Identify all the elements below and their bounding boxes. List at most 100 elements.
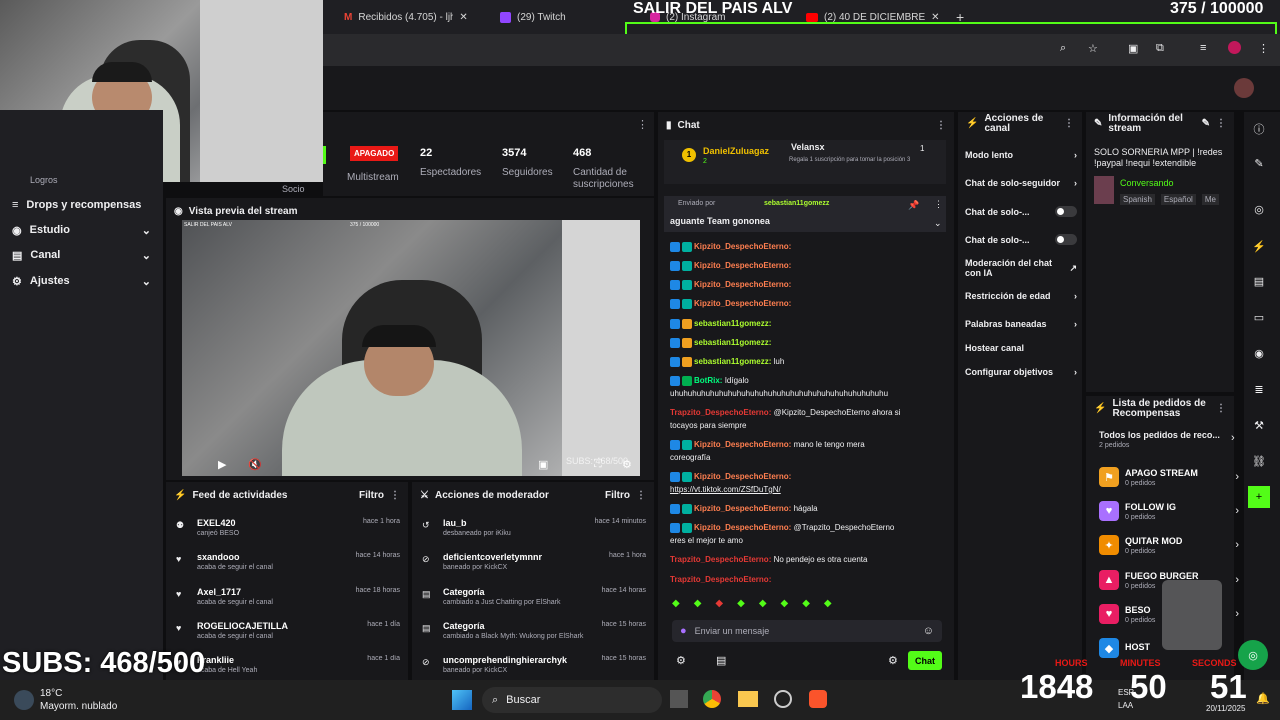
mod-item[interactable]: ↺ lau_b desbaneado por iKiku hace 14 minuto… [422,518,646,537]
bolt-icon[interactable]: ⚡ [1248,235,1270,257]
taskbar-search[interactable]: ⌕ Buscar [482,687,662,713]
menu-icon[interactable]: ≡ [1200,42,1206,54]
category-link[interactable]: Conversando [1120,178,1174,188]
nav-drops[interactable]: ≡ Drops y recompensas [0,193,163,217]
more-icon[interactable]: ⋮ [1064,119,1074,129]
nav-estudio[interactable]: ◉ Estudio ⌄ [0,218,163,242]
mod-item[interactable]: ⊘ uncomprehendinghierarchyk baneado por Ki… [422,655,646,675]
chat-message[interactable]: sebastian11gomezz: [670,318,771,329]
tab-twitch[interactable]: (29) Twitch [500,6,620,28]
feed-filter-button[interactable]: Filtro [359,490,384,501]
chat-message[interactable]: Trapzito_DespechoEterno: @Kipzito_Despec… [670,407,900,418]
obs-icon[interactable] [774,690,792,708]
emote-icon[interactable]: ◆ [802,598,810,614]
more-icon[interactable]: ⋮ [1216,404,1226,414]
chat-message[interactable]: sebastian11gomezz: [670,337,771,348]
language-indicator[interactable]: ESP [1118,688,1134,697]
feed-item[interactable]: ♥ Frankliie acaba de Hell Yeah hace 1 día [176,655,400,675]
chat-message[interactable]: Trapzito_DespechoEterno: No pendejo es o… [670,554,867,565]
mod-filter-button[interactable]: Filtro [605,490,630,501]
chat-message[interactable]: Kipzito_DespechoEterno: [670,298,791,309]
request-item[interactable]: ⚑ APAGO STREAM 0 pedidos › [1099,462,1239,492]
fullscreen-icon[interactable]: ⛶ [594,458,602,471]
toggle-switch[interactable] [1055,206,1077,217]
action-host-channel[interactable]: Hostear canal [965,343,1077,353]
gear-icon[interactable]: ⚙ [888,654,898,667]
feed-item[interactable]: ⚉ EXEL420 canjeó BESO hace 1 hora [176,518,400,537]
play-icon[interactable]: ▶ [218,458,226,471]
more-icon[interactable]: ⋮ [1216,119,1226,129]
chat-input[interactable]: ● Enviar un mensaje ☺ [672,620,942,642]
user-avatar[interactable] [1234,78,1254,98]
clipboard-icon[interactable]: ▤ [1248,270,1270,292]
emote-icon[interactable]: ◆ [737,598,745,614]
leaderboard-user2[interactable]: Velansx [791,142,825,152]
edit-icon[interactable]: ✎ [1248,152,1270,174]
mod-item[interactable]: ⊘ deficientcoverletymnnr baneado por KickC… [422,552,646,571]
chat-message[interactable]: sebastian11gomezz: luh [670,356,784,367]
tag[interactable]: Spanish [1120,194,1155,205]
chat-message[interactable]: Kipzito_DespechoEterno: hágala [670,503,818,514]
edit-icon[interactable]: ✎ [1202,119,1210,129]
broadcast-icon[interactable]: ◉ [1248,342,1270,364]
close-icon[interactable]: ✕ [931,12,939,23]
chat-message[interactable]: Kipzito_DespechoEterno: [670,241,791,252]
emote-icon[interactable]: ◆ [694,598,702,614]
leaderboard-user[interactable]: DanielZuluagaz [703,146,769,156]
tag[interactable]: Español [1160,194,1196,205]
emoji-icon[interactable]: ☺ [923,625,934,637]
task-view-icon[interactable] [670,690,688,708]
action-solo-chat-1[interactable]: Chat de solo-... [965,206,1077,217]
add-widget-icon[interactable]: + [1248,486,1270,508]
server-icon[interactable]: ≣ [1248,378,1270,400]
info-icon[interactable]: ⓘ [1248,118,1270,140]
emote-icon[interactable]: ◆ [715,598,723,614]
feed-item[interactable]: ♥ Axel_1717 acaba de seguir el canal hace 1… [176,587,400,606]
request-item[interactable]: ✦ QUITAR MOD 0 pedidos › [1099,530,1239,560]
chat-message[interactable]: Kipzito_DespechoEterno: @Trapzito_Despec… [670,522,894,533]
pinned-message[interactable]: Enviado por sebastian11gomezz aguante Te… [664,196,946,232]
pip-icon[interactable]: ▣ [538,458,548,471]
chat-message[interactable]: BotRix: Idígalo [670,375,749,386]
wrench-icon[interactable]: ⚒ [1248,414,1270,436]
action-goals[interactable]: Configurar objetivos › [965,367,1077,377]
mod-item[interactable]: ▤ Categoría cambiado a Black Myth: Wukong … [422,621,646,640]
windows-start-icon[interactable] [452,690,472,710]
stream-video[interactable]: SALIR DEL PAIS ALV 375 / 100000 SUBS: 46… [182,220,640,476]
more-icon[interactable]: ⋮ [637,118,648,131]
chat-bubble-icon[interactable]: ▭ [1248,306,1270,328]
chat-message[interactable]: Kipzito_DespechoEterno: [670,260,791,271]
chat-message[interactable]: Trapzito_DespechoEterno: [670,574,771,585]
chat-link[interactable]: https://vt.tiktok.com/ZSfDuTgN/ [670,484,781,495]
more-icon[interactable]: ⋮ [636,490,646,501]
action-banned-words[interactable]: Palabras baneadas › [965,319,1077,329]
chat-message[interactable]: Kipzito_DespechoEterno: [670,471,791,482]
link-icon[interactable]: ⛓ [1248,450,1270,472]
emote-icon[interactable]: ◆ [824,598,832,614]
profile-avatar[interactable] [1228,41,1241,54]
chat-message[interactable]: Kipzito_DespechoEterno: mano le tengo me… [670,439,865,450]
settings-icon[interactable]: ⚙ [676,654,686,667]
more-icon[interactable]: ⋮ [390,490,400,501]
brave-icon[interactable] [809,690,827,708]
action-age-restriction[interactable]: Restricción de edad › [965,291,1077,301]
puzzle-icon[interactable]: ⧉ [1156,42,1164,55]
send-chat-button[interactable]: Chat [908,651,942,670]
emote-icon[interactable]: ◆ [781,598,789,614]
tab-gmail[interactable]: M Recibidos (4.705) - ljhe ✕ [344,6,484,28]
list-icon[interactable]: ▤ [716,654,726,667]
chrome-icon[interactable] [703,690,721,708]
notification-icon[interactable]: 🔔 [1256,692,1270,705]
file-explorer-icon[interactable] [738,691,758,707]
mute-icon[interactable]: 🔇 [248,458,262,471]
emote-icon[interactable]: ◆ [672,598,680,614]
feed-item[interactable]: ♥ sxandooo acaba de seguir el canal hace 14… [176,552,400,571]
star-icon[interactable]: ☆ [1088,42,1098,55]
multistream-label[interactable]: Multistream [347,172,399,183]
chevron-down-icon[interactable]: ⌄ [934,218,942,229]
feed-item[interactable]: ♥ ROGELIOCAJETILLA acaba de seguir el cana… [176,621,400,640]
zoom-icon[interactable]: ⌕ [1060,42,1066,55]
action-followers-chat[interactable]: Chat de solo-seguidor › [965,178,1077,188]
more-icon[interactable]: ⋮ [1258,42,1269,55]
requests-all[interactable]: Todos los pedidos de reco... 2 pedidos › [1099,430,1239,449]
